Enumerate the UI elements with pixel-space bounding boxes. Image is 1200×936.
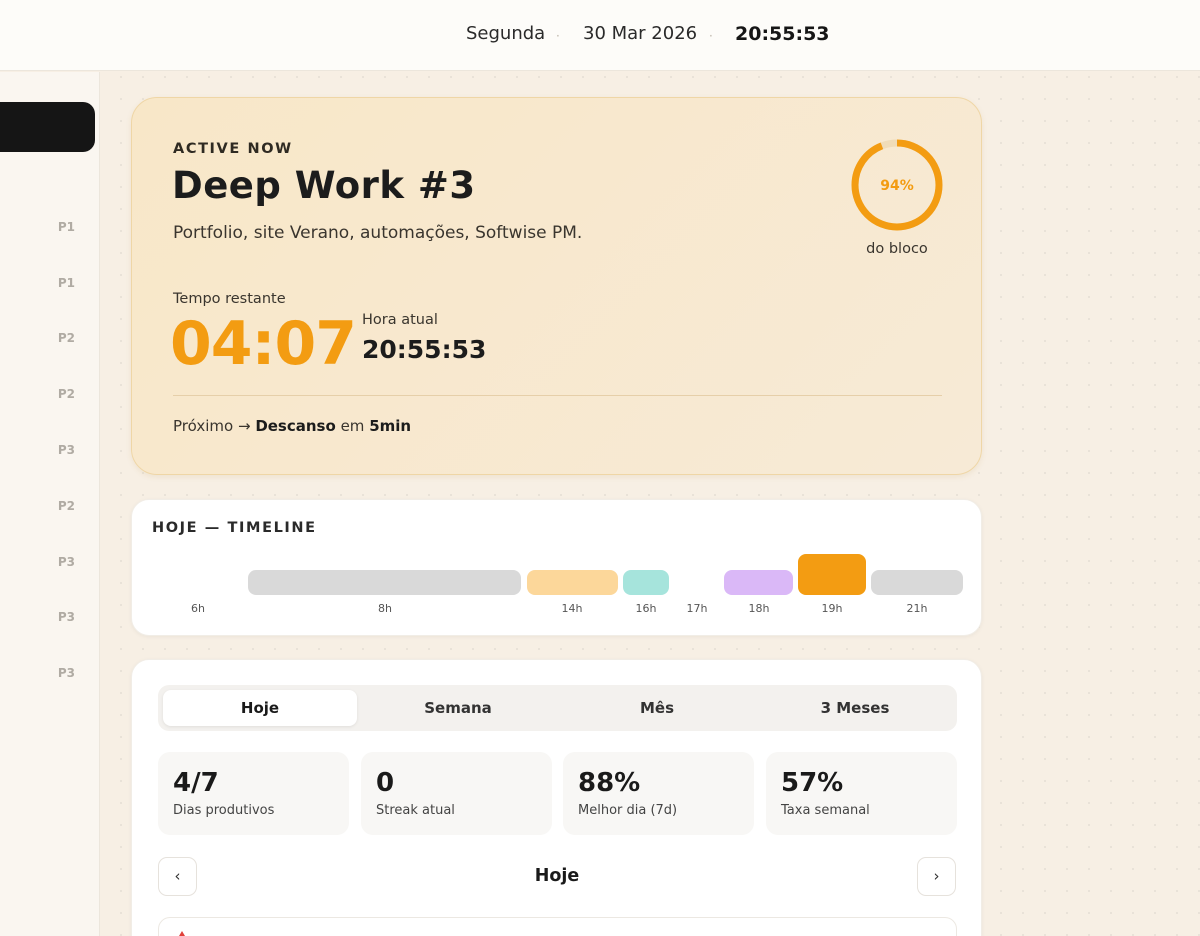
- sidebar-active-indicator[interactable]: [0, 102, 95, 152]
- arrow-right-icon: →: [237, 417, 251, 435]
- prev-period-button[interactable]: ‹: [158, 857, 197, 896]
- timeline-hour-label: 14h: [561, 602, 583, 615]
- sidebar-priority[interactable]: P3: [35, 610, 75, 624]
- current-time-value: 20:55:53: [362, 335, 487, 364]
- warning-icon: [176, 931, 188, 936]
- sidebar-priority[interactable]: P2: [35, 499, 75, 513]
- timeline-hour-label: 19h: [821, 602, 843, 615]
- timeline-segment[interactable]: [623, 570, 669, 595]
- timeline-hour-label: 16h: [635, 602, 657, 615]
- divider: [173, 395, 942, 396]
- next-prefix: Próximo: [173, 417, 234, 435]
- next-in: em: [340, 417, 365, 435]
- period-title: Hoje: [534, 866, 580, 886]
- topbar-separator: ·: [556, 29, 560, 43]
- active-block-description: Portfolio, site Verano, automações, Soft…: [173, 223, 583, 243]
- timeline-segment[interactable]: [248, 570, 521, 595]
- stat-card-productive-days: 4/7 Dias produtivos: [158, 752, 349, 835]
- stat-label: Streak atual: [376, 803, 455, 818]
- timeline-hour-label: 21h: [906, 602, 928, 615]
- timeline-hour-label: 18h: [748, 602, 770, 615]
- topbar-date: 30 Mar 2026: [583, 23, 698, 44]
- timeline-segment[interactable]: [724, 570, 793, 595]
- sidebar: P1 P1 P2 P2 P3 P2 P3 P3 P3: [0, 72, 100, 936]
- sidebar-priority[interactable]: P2: [35, 331, 75, 345]
- timeline-segment[interactable]: [527, 570, 618, 595]
- remaining-time-label: Tempo restante: [173, 291, 286, 307]
- timeline-hour-label: 6h: [191, 602, 205, 615]
- active-block-card: ACTIVE NOW Deep Work #3 Portfolio, site …: [131, 97, 982, 475]
- tab-hoje[interactable]: Hoje: [163, 690, 357, 726]
- stat-value: 0: [376, 768, 395, 798]
- day-detail-box: [158, 917, 957, 936]
- top-bar: Segunda · 30 Mar 2026 · 20:55:53: [0, 0, 1200, 71]
- period-tabs: Hoje Semana Mês 3 Meses: [158, 685, 957, 731]
- timeline-segment-current[interactable]: [798, 554, 866, 595]
- timeline-card: HOJE — TIMELINE 6h 8h 14h 16h 17h 18h 19…: [131, 499, 982, 636]
- timeline-title: HOJE — TIMELINE: [152, 520, 317, 536]
- active-block-title: Deep Work #3: [172, 164, 476, 207]
- block-progress-ring: 94%: [851, 139, 943, 231]
- stat-card-best-day: 88% Melhor dia (7d): [563, 752, 754, 835]
- sidebar-priority[interactable]: P3: [35, 666, 75, 680]
- next-period-button[interactable]: ›: [917, 857, 956, 896]
- stat-label: Dias produtivos: [173, 803, 275, 818]
- tab-3-meses[interactable]: 3 Meses: [758, 690, 952, 726]
- stat-card-weekly-rate: 57% Taxa semanal: [766, 752, 957, 835]
- sidebar-priority[interactable]: P3: [35, 555, 75, 569]
- timeline-hour-label: 8h: [378, 602, 392, 615]
- stat-label: Taxa semanal: [781, 803, 870, 818]
- tab-semana[interactable]: Semana: [361, 690, 555, 726]
- sidebar-priority[interactable]: P3: [35, 443, 75, 457]
- sidebar-priority[interactable]: P1: [35, 220, 75, 234]
- topbar-day: Segunda: [466, 23, 546, 44]
- tab-mes[interactable]: Mês: [560, 690, 754, 726]
- timeline-hour-label: 17h: [686, 602, 708, 615]
- stat-label: Melhor dia (7d): [578, 803, 678, 818]
- stat-value: 88%: [578, 768, 641, 798]
- remaining-time-countdown: 04:07: [170, 309, 357, 379]
- timeline-segment[interactable]: [871, 570, 963, 595]
- topbar-separator: ·: [709, 29, 713, 43]
- sidebar-priority[interactable]: P1: [35, 276, 75, 290]
- current-time-label: Hora atual: [362, 312, 438, 328]
- topbar-clock: 20:55:53: [735, 23, 830, 45]
- next-block-name: Descanso: [255, 417, 336, 435]
- stat-value: 4/7: [173, 768, 219, 798]
- chevron-right-icon: ›: [933, 867, 940, 885]
- chevron-left-icon: ‹: [174, 867, 181, 885]
- next-block-line: Próximo → Descanso em 5min: [173, 416, 411, 436]
- next-duration: 5min: [369, 417, 412, 435]
- progress-ring-label: do bloco: [866, 241, 928, 257]
- sidebar-priority[interactable]: P2: [35, 387, 75, 401]
- stats-card: Hoje Semana Mês 3 Meses 4/7 Dias produti…: [131, 659, 982, 936]
- stat-value: 57%: [781, 768, 844, 798]
- progress-percent-text: 94%: [880, 178, 914, 194]
- active-kicker: ACTIVE NOW: [173, 141, 293, 157]
- stat-card-streak: 0 Streak atual: [361, 752, 552, 835]
